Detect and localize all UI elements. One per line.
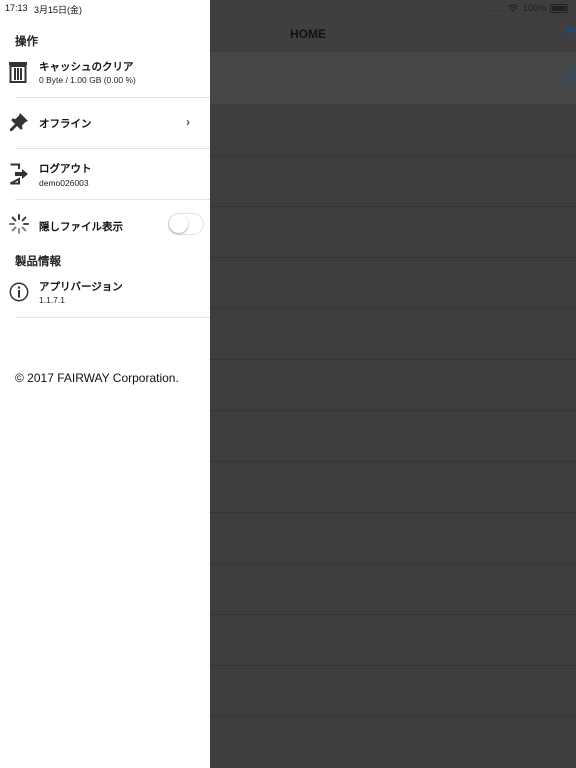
- status-right: .... 100%: [490, 3, 568, 13]
- hidden-files-toggle[interactable]: [168, 213, 204, 235]
- list-divider: [210, 155, 576, 156]
- wifi-icon: [508, 4, 519, 12]
- menu-item-subtitle: 1.1.7.1: [39, 295, 65, 305]
- battery-text: 100%: [522, 3, 546, 13]
- side-drawer: 操作 キャッシュのクリア 0 Byte / 1.00 GB (0.00 %) オ…: [0, 0, 210, 768]
- chevron-right-icon: ›: [186, 115, 190, 129]
- page-title: HOME: [290, 27, 326, 41]
- list-divider: [210, 308, 576, 309]
- menu-item-label: キャッシュのクリア: [39, 61, 134, 73]
- menu-item-app-version: アプリバージョン 1.1.7.1: [0, 277, 210, 311]
- info-row[interactable]: [210, 52, 576, 104]
- divider: [15, 148, 210, 149]
- menu-item-label: 隠しファイル表示: [39, 221, 123, 233]
- list-divider: [210, 614, 576, 615]
- list-divider: [210, 359, 576, 360]
- divider: [15, 317, 210, 318]
- section-title-product-info: 製品情報: [15, 256, 61, 268]
- menu-item-subtitle: 0 Byte / 1.00 GB (0.00 %): [39, 75, 136, 85]
- menu-item-subtitle: demo026003: [39, 178, 89, 188]
- signal-dots: ....: [489, 3, 504, 13]
- list-divider: [210, 206, 576, 207]
- list-divider: [210, 716, 576, 717]
- list-divider: [210, 410, 576, 411]
- battery-icon: [550, 3, 568, 13]
- copyright-text: © 2017 FAIRWAY Corporation.: [15, 371, 179, 385]
- trash-icon: [9, 61, 29, 83]
- spinner-icon: [9, 214, 29, 234]
- logout-icon: [9, 163, 29, 185]
- status-time: 17:13: [5, 3, 28, 13]
- divider: [15, 199, 210, 200]
- menu-item-label: ログアウト: [39, 163, 92, 175]
- list-divider: [210, 563, 576, 564]
- list-divider: [210, 461, 576, 462]
- info-icon[interactable]: i: [564, 68, 576, 86]
- section-title-operation: 操作: [15, 36, 38, 48]
- info-icon: [9, 282, 29, 302]
- pin-icon: [9, 112, 29, 132]
- menu-item-logout[interactable]: ログアウト demo026003: [0, 158, 210, 194]
- list-divider: [210, 665, 576, 666]
- menu-item-label: アプリバージョン: [39, 281, 123, 293]
- menu-item-label: オフライン: [39, 118, 92, 130]
- list-divider: [210, 512, 576, 513]
- list-divider: [210, 257, 576, 258]
- add-icon[interactable]: +: [564, 22, 576, 42]
- toggle-knob: [169, 214, 188, 233]
- menu-item-clear-cache[interactable]: キャッシュのクリア 0 Byte / 1.00 GB (0.00 %): [0, 56, 210, 96]
- status-date: 3月15日(金): [34, 5, 83, 15]
- divider: [15, 97, 210, 98]
- menu-item-offline[interactable]: オフライン ›: [0, 108, 210, 140]
